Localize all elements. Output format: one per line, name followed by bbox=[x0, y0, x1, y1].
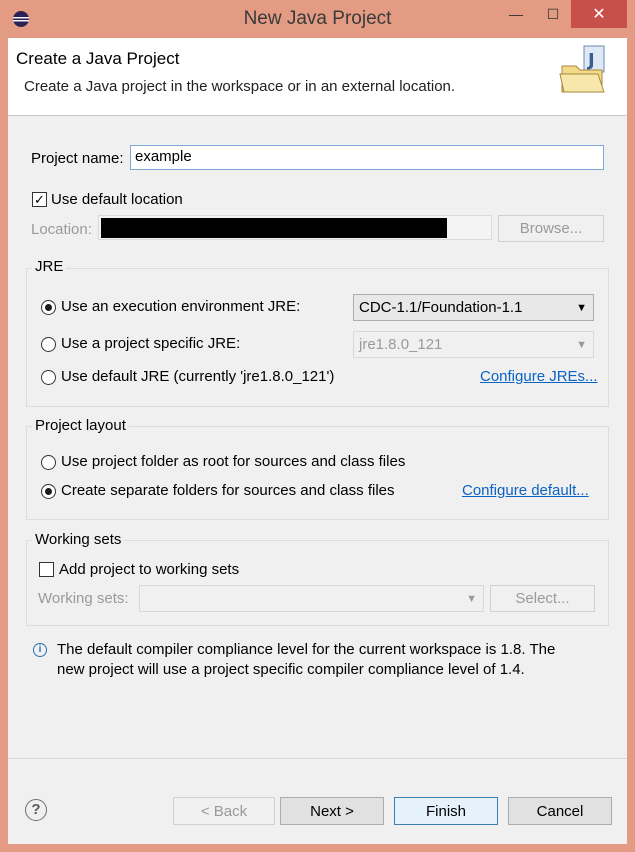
working-sets-group bbox=[26, 540, 609, 626]
separate-folders-label: Create separate folders for sources and … bbox=[61, 482, 395, 499]
help-icon[interactable]: ? bbox=[25, 799, 47, 821]
svg-text:J: J bbox=[586, 50, 595, 71]
execution-env-value: CDC-1.1/Foundation-1.1 bbox=[359, 299, 523, 316]
project-specific-jre-label: Use a project specific JRE: bbox=[61, 335, 241, 352]
add-to-working-sets-label: Add project to working sets bbox=[59, 561, 240, 578]
maximize-button[interactable]: ☐ bbox=[535, 0, 571, 28]
chevron-down-icon: ▼ bbox=[576, 338, 587, 351]
chevron-down-icon: ▼ bbox=[576, 301, 587, 314]
use-default-location-checkbox[interactable]: ✓ bbox=[32, 192, 47, 207]
redacted-path bbox=[101, 218, 447, 238]
info-icon: i bbox=[33, 643, 47, 657]
execution-env-select[interactable]: CDC-1.1/Foundation-1.1 ▼ bbox=[353, 294, 594, 321]
project-specific-jre-select[interactable]: jre1.8.0_121 ▼ bbox=[353, 331, 594, 358]
back-button[interactable]: < Back bbox=[173, 797, 275, 825]
chevron-down-icon: ▼ bbox=[466, 592, 477, 605]
location-input bbox=[98, 215, 492, 240]
project-specific-jre-radio[interactable] bbox=[41, 337, 56, 352]
working-sets-group-title: Working sets bbox=[32, 531, 125, 548]
project-layout-group-title: Project layout bbox=[32, 417, 129, 434]
next-button[interactable]: Next > bbox=[280, 797, 384, 825]
location-label: Location: bbox=[31, 221, 92, 238]
project-name-label: Project name: bbox=[31, 150, 124, 167]
select-working-sets-button[interactable]: Select... bbox=[490, 585, 595, 612]
finish-button[interactable]: Finish bbox=[394, 797, 498, 825]
project-name-input[interactable]: example bbox=[130, 145, 604, 170]
info-message-line1: The default compiler compliance level fo… bbox=[57, 641, 556, 658]
working-sets-label: Working sets: bbox=[38, 590, 129, 607]
info-message-line2: new project will use a project specific … bbox=[57, 661, 525, 678]
execution-env-radio[interactable] bbox=[41, 300, 56, 315]
dialog-body: Create a Java Project Create a Java proj… bbox=[8, 38, 627, 844]
configure-default-link[interactable]: Configure default... bbox=[462, 482, 589, 499]
minimize-button[interactable]: — bbox=[497, 0, 535, 28]
banner-description: Create a Java project in the workspace o… bbox=[24, 78, 456, 95]
java-project-folder-icon: J bbox=[559, 45, 605, 93]
browse-button[interactable]: Browse... bbox=[498, 215, 604, 242]
jre-group-title: JRE bbox=[32, 258, 67, 275]
project-layout-group bbox=[26, 426, 609, 520]
use-default-location-label: Use default location bbox=[51, 191, 183, 208]
project-folder-root-radio[interactable] bbox=[41, 455, 56, 470]
wizard-banner: Create a Java Project Create a Java proj… bbox=[8, 38, 627, 116]
default-jre-radio[interactable] bbox=[41, 370, 56, 385]
working-sets-select[interactable]: ▼ bbox=[139, 585, 484, 612]
cancel-button[interactable]: Cancel bbox=[508, 797, 612, 825]
execution-env-label: Use an execution environment JRE: bbox=[61, 298, 301, 315]
project-folder-root-label: Use project folder as root for sources a… bbox=[61, 453, 406, 470]
banner-title: Create a Java Project bbox=[16, 49, 180, 68]
title-bar: New Java Project — ☐ ✕ bbox=[0, 0, 635, 38]
add-to-working-sets-checkbox[interactable] bbox=[39, 562, 54, 577]
default-jre-label: Use default JRE (currently 'jre1.8.0_121… bbox=[61, 368, 335, 385]
separate-folders-radio[interactable] bbox=[41, 484, 56, 499]
project-specific-jre-value: jre1.8.0_121 bbox=[359, 336, 443, 353]
close-button[interactable]: ✕ bbox=[571, 0, 627, 28]
configure-jres-link[interactable]: Configure JREs... bbox=[480, 368, 598, 385]
footer-divider bbox=[8, 758, 627, 759]
